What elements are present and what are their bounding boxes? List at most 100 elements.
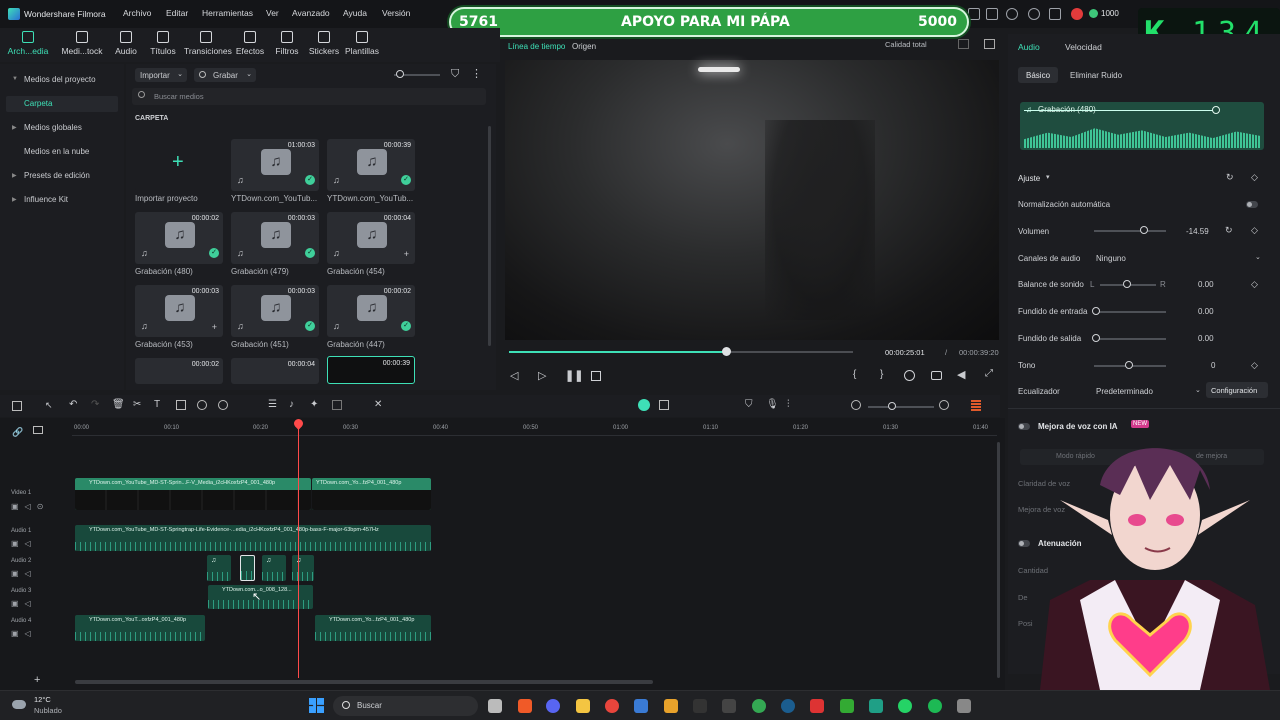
subtab-basic[interactable]: Básico [1026,71,1050,80]
app-icon[interactable] [957,699,971,713]
layout-icon[interactable] [12,401,22,411]
nav-global-media[interactable]: Medios globales [24,123,82,132]
render-icon[interactable] [904,370,915,381]
speed-icon[interactable] [218,400,228,410]
link-icon[interactable]: 🔗 [12,427,23,438]
cut-icon[interactable]: ✂ [133,399,141,410]
add-track-plus-icon[interactable]: + [34,674,40,686]
zoom-knob[interactable] [396,70,404,78]
media-item[interactable]: 00:00:04 ♫ ♫ + [327,212,415,264]
tab-speed[interactable]: Velocidad [1065,42,1102,52]
waveform-knob[interactable] [1212,106,1220,114]
volume-value[interactable]: -14.59 [1186,227,1209,236]
filter-icon[interactable]: ⛉ [451,68,459,81]
reset-icon[interactable]: ↻ [1226,172,1234,183]
marker-icon[interactable]: ⛉ [745,399,753,410]
more-icon[interactable]: ⋮ [471,67,482,80]
mic-icon[interactable]: 🎙 [766,399,779,410]
tool-media[interactable]: Arch...edia [6,31,50,56]
monitor-icon[interactable] [968,8,980,20]
tool-templates[interactable]: Plantillas [340,31,384,56]
equalizer-dropdown[interactable]: Predeterminado [1096,387,1153,396]
channels-dropdown[interactable]: Ninguno [1096,254,1126,263]
mark-in-icon[interactable]: { [853,369,856,380]
audio-waveform-card[interactable]: ♫ Grabación (480) [1020,102,1264,150]
fullscreen-icon[interactable]: ⤢ [985,368,993,379]
tab-source[interactable]: Origen [572,42,596,51]
download-icon[interactable] [1049,8,1061,20]
media-item[interactable]: 00:00:04 [231,358,319,384]
pause-icon[interactable]: ❚❚ [565,369,583,382]
fade-in-value[interactable]: 0.00 [1198,307,1214,316]
track-controls[interactable]: ▣◁ [11,539,37,548]
record-icon[interactable] [1071,8,1083,20]
media-item[interactable]: 00:00:02 ♫ ♫ ✓ [135,212,223,264]
select-icon[interactable]: ↖ [45,400,53,411]
keyframe-icon[interactable]: ◇ [1251,360,1258,371]
settings-icon[interactable] [1028,8,1040,20]
mark-out-icon[interactable]: } [880,369,883,380]
add-icon[interactable]: + [212,322,217,332]
equalizer-config-button[interactable]: Configuración [1206,382,1268,398]
track-controls[interactable]: ▣◁⊙ [11,502,49,511]
scrollbar[interactable] [488,126,491,346]
nav-presets[interactable]: Presets de edición [24,171,90,180]
previous-frame-icon[interactable]: ◁ [510,369,518,382]
keyframe-icon[interactable]: ◇ [1251,172,1258,183]
menu-editar[interactable]: Editar [166,8,188,18]
image-icon[interactable] [984,39,995,49]
audio-clip[interactable]: YTDown.com_YouT...oxfzP4_001_480p [75,615,205,641]
auto-normalization-toggle[interactable] [1246,201,1258,208]
snap-icon[interactable] [659,400,669,410]
audio-clip-selected[interactable] [240,555,255,581]
tool-transitions[interactable]: Transiciones [184,31,232,56]
track-controls[interactable]: ▣◁ [11,599,37,608]
horizontal-scrollbar[interactable] [75,680,653,684]
fade-out-value[interactable]: 0.00 [1198,334,1214,343]
snapshot-icon[interactable] [931,371,942,380]
playhead[interactable] [298,422,299,678]
media-item[interactable]: 00:00:03 ♫ ♫ ✓ [231,285,319,337]
obs-icon[interactable] [664,699,678,713]
menu-ayuda[interactable]: Ayuda [343,8,367,18]
quality-dropdown[interactable]: Calidad total [885,40,927,49]
ai-audio-icon[interactable]: ♪ [289,399,294,410]
reset-icon[interactable]: ↻ [1225,225,1233,236]
keyframe-icon[interactable]: ◇ [1251,279,1258,290]
vertical-scrollbar[interactable] [997,442,1000,678]
volume-slider[interactable] [1094,230,1166,232]
vegas-icon[interactable] [722,699,736,713]
windows-start-icon[interactable] [309,698,324,713]
record-dropdown[interactable]: Grabar ⌄ [194,68,256,82]
transform-icon[interactable]: ✕ [374,399,382,410]
tools-icon[interactable]: ☰ [268,399,277,410]
track-controls[interactable]: ▣◁ [11,569,37,578]
video-clip[interactable]: YTDown.com_Yo...fzP4_001_480p [312,478,431,510]
add-icon[interactable]: + [404,249,409,259]
timeline[interactable]: 🔗 00:00 00:10 00:20 00:30 00:40 00:50 01… [0,418,1005,690]
whatsapp-icon[interactable] [898,699,912,713]
subtab-remove-noise[interactable]: Eliminar Ruido [1070,71,1122,80]
zoom-in-icon[interactable] [939,400,949,410]
mixer-icon[interactable]: ⫶ [787,399,790,410]
audio-clip[interactable]: ♫ [292,555,314,581]
audio-clip[interactable]: ♫ [207,555,231,581]
tool-titles[interactable]: Títulos [141,31,185,56]
fade-out-knob[interactable] [1092,334,1100,342]
redo-icon[interactable]: ↷ [91,399,99,410]
menu-version[interactable]: Versión [382,8,410,18]
task-view-icon[interactable] [488,699,502,713]
folder-icon[interactable] [576,699,590,713]
menu-ver[interactable]: Ver [266,8,279,18]
delete-icon[interactable]: 🗑 [112,399,125,410]
steam-icon[interactable] [781,699,795,713]
fade-in-knob[interactable] [1092,307,1100,315]
import-dropdown[interactable]: Importar ⌄ [135,68,187,82]
stabilize-icon[interactable] [332,400,342,410]
text-icon[interactable]: T [154,399,160,410]
adjust-heading[interactable]: Ajuste [1018,174,1040,183]
filmora-icon[interactable] [869,699,883,713]
discord-icon[interactable] [546,699,560,713]
grid-layout-icon[interactable] [971,399,981,411]
tone-value[interactable]: 0 [1211,361,1215,370]
